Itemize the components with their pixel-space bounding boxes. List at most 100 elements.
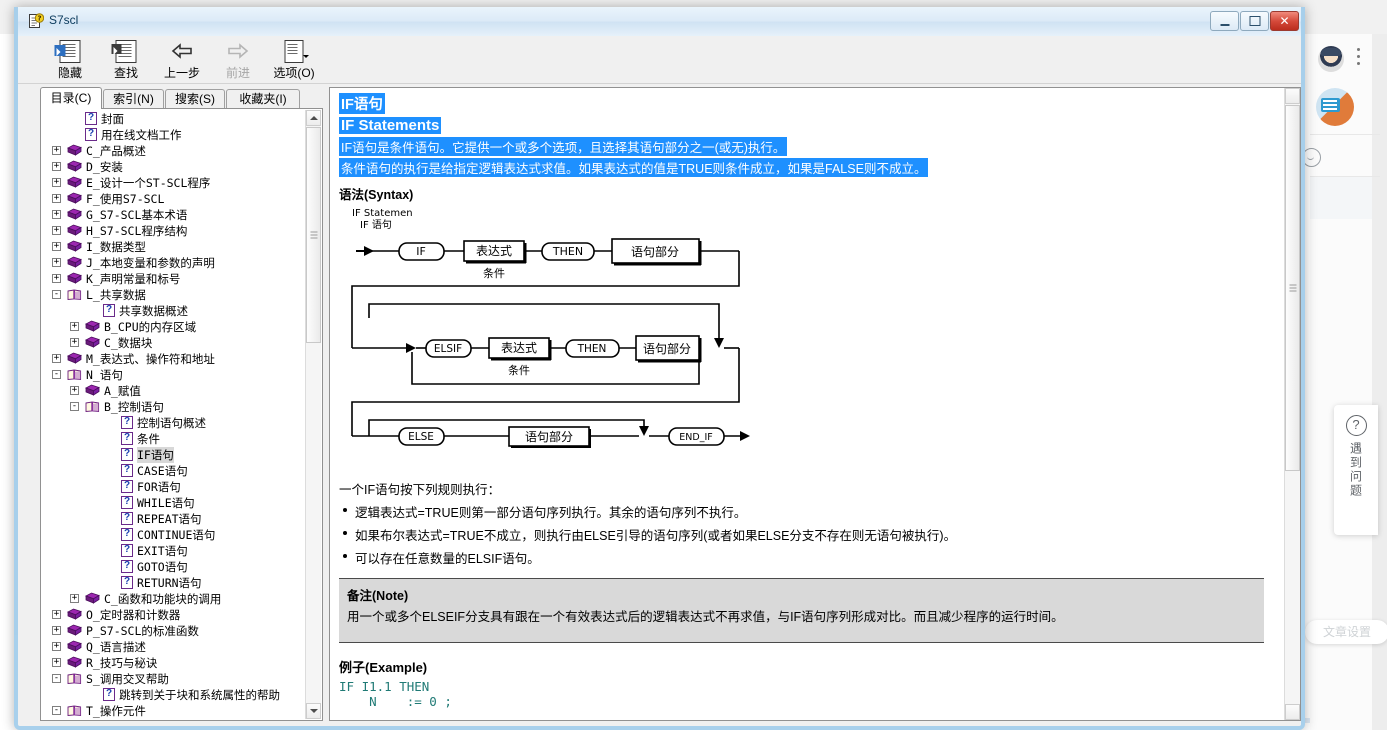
tree-item[interactable]: EXIT语句 <box>41 543 303 559</box>
tree-item[interactable]: GOTO语句 <box>41 559 303 575</box>
scrollbar-thumb[interactable] <box>306 127 321 343</box>
tree-item-label: A_赋值 <box>104 384 141 398</box>
topic-scrollbar[interactable] <box>1284 88 1300 720</box>
tab-search[interactable]: 搜索(S) <box>165 89 225 109</box>
tree-scrollbar[interactable] <box>305 110 321 719</box>
expand-icon[interactable]: + <box>70 322 79 331</box>
tree-item[interactable]: + I_数据类型 <box>41 239 303 255</box>
tree-item[interactable]: REPEAT语句 <box>41 511 303 527</box>
book-closed-icon <box>85 384 100 397</box>
tree-item[interactable]: + Q_语言描述 <box>41 639 303 655</box>
tree-item[interactable]: + C_函数和功能块的调用 <box>41 591 303 607</box>
note-title: 备注(Note) <box>347 589 409 603</box>
tree-item[interactable]: + R_技巧与秘诀 <box>41 655 303 671</box>
intro-paragraph-2: 条件语句的执行是给指定逻辑表达式求值。如果表达式的值是TRUE则条件成立，如果是… <box>339 158 1269 177</box>
tree-item[interactable]: + A_赋值 <box>41 383 303 399</box>
tree-item[interactable]: + B_CPU的内存区域 <box>41 319 303 335</box>
tree-item[interactable]: + O_定时器和计数器 <box>41 607 303 623</box>
scroll-up-arrow-icon[interactable] <box>306 110 321 126</box>
forward-button[interactable]: 前进 <box>210 39 266 81</box>
overflow-menu-icon[interactable] <box>1357 48 1361 68</box>
question-circle-icon: ? <box>1345 415 1367 436</box>
hide-button[interactable]: 隐藏 <box>42 39 98 81</box>
topic-icon <box>121 464 133 477</box>
avatar[interactable] <box>1318 46 1344 72</box>
tree-item[interactable]: CASE语句 <box>41 463 303 479</box>
scroll-down-arrow-icon[interactable] <box>306 703 321 719</box>
tree-item[interactable]: FOR语句 <box>41 479 303 495</box>
tree-item[interactable]: + D_安装 <box>41 159 303 175</box>
maximize-button[interactable] <box>1240 11 1269 31</box>
tree-item[interactable]: + M_表达式、操作符和地址 <box>41 351 303 367</box>
expand-icon[interactable]: + <box>52 226 61 235</box>
tree-item[interactable]: 跳转到关于块和系统属性的帮助 <box>41 687 303 703</box>
tab-contents[interactable]: 目录(C) <box>40 87 102 109</box>
forward-button-label: 前进 <box>225 66 250 80</box>
article-settings-button[interactable]: 文章设置 <box>1305 620 1387 644</box>
tree-item[interactable]: - L_共享数据 <box>41 287 303 303</box>
tree-item[interactable]: - B_控制语句 <box>41 399 303 415</box>
expand-icon[interactable]: + <box>52 354 61 363</box>
scroll-down-arrow-icon[interactable] <box>1285 704 1300 720</box>
expand-icon[interactable]: + <box>70 386 79 395</box>
close-button[interactable]: ✕ <box>1270 11 1299 31</box>
expand-icon[interactable]: + <box>52 274 61 283</box>
expand-icon[interactable]: + <box>52 658 61 667</box>
expand-icon[interactable]: + <box>52 162 61 171</box>
tree-item[interactable]: RETURN语句 <box>41 575 303 591</box>
expand-icon[interactable]: + <box>52 626 61 635</box>
expand-icon[interactable]: + <box>52 258 61 267</box>
page-title-text: IF语句 <box>339 93 385 114</box>
title-bar[interactable]: ? S7scl ✕ <box>18 7 1301 37</box>
topic-icon <box>121 544 133 557</box>
scrollbar-thumb[interactable] <box>1285 105 1300 471</box>
expand-icon[interactable]: + <box>70 338 79 347</box>
tree-item[interactable]: + K_声明常量和标号 <box>41 271 303 287</box>
tree-item[interactable]: + H_S7-SCL程序结构 <box>41 223 303 239</box>
expand-icon[interactable]: + <box>52 610 61 619</box>
back-button[interactable]: 上一步 <box>154 39 210 81</box>
topic-icon <box>103 688 115 701</box>
tree-item[interactable]: WHILE语句 <box>41 495 303 511</box>
expand-icon[interactable]: + <box>70 594 79 603</box>
tree-item[interactable]: + C_产品概述 <box>41 143 303 159</box>
tab-favorites[interactable]: 收藏夹(I) <box>226 89 300 109</box>
collapse-icon[interactable]: - <box>52 674 61 683</box>
collapse-icon[interactable]: - <box>52 706 61 715</box>
tree-item[interactable]: 控制语句概述 <box>41 415 303 431</box>
find-button[interactable]: 查找 <box>98 39 154 81</box>
tree-item[interactable]: + F_使用S7-SCL <box>41 191 303 207</box>
expand-icon[interactable]: + <box>52 146 61 155</box>
tree-item[interactable]: - T_操作元件 <box>41 703 303 719</box>
tree-item[interactable]: - N_语句 <box>41 367 303 383</box>
tree-item[interactable]: + J_本地变量和参数的声明 <box>41 255 303 271</box>
collapse-icon[interactable]: - <box>70 402 79 411</box>
minimize-button[interactable] <box>1210 11 1239 31</box>
tree-item[interactable]: CONTINUE语句 <box>41 527 303 543</box>
scroll-up-arrow-icon[interactable] <box>1285 88 1300 104</box>
expand-icon[interactable]: + <box>52 178 61 187</box>
collapse-icon[interactable]: - <box>52 370 61 379</box>
tree-item[interactable]: 封面 <box>41 111 303 127</box>
book-closed-icon <box>85 320 100 333</box>
tree-item[interactable]: + P_S7-SCL的标准函数 <box>41 623 303 639</box>
help-side-card[interactable]: ? 遇到问题 <box>1334 405 1378 535</box>
svg-text:语句部分: 语句部分 <box>643 341 691 356</box>
tree-item[interactable]: + G_S7-SCL基本术语 <box>41 207 303 223</box>
expand-icon[interactable]: + <box>52 210 61 219</box>
expand-icon[interactable]: + <box>52 642 61 651</box>
tree-item[interactable]: IF语句 <box>41 447 303 463</box>
tree-item[interactable]: 共享数据概述 <box>41 303 303 319</box>
tree-item[interactable]: + C_数据块 <box>41 335 303 351</box>
tree-item[interactable]: - S_调用交叉帮助 <box>41 671 303 687</box>
expand-icon[interactable]: + <box>52 194 61 203</box>
tree-item[interactable]: 条件 <box>41 431 303 447</box>
collapse-icon[interactable]: - <box>52 290 61 299</box>
expand-icon[interactable]: + <box>52 242 61 251</box>
tab-index[interactable]: 索引(N) <box>103 89 164 109</box>
tree-item[interactable]: + E_设计一个ST-SCL程序 <box>41 175 303 191</box>
list-item: 可以存在任意数量的ELSIF语句。 <box>339 548 1269 567</box>
avatar[interactable] <box>1316 88 1354 126</box>
options-button[interactable]: 选项(O) <box>266 39 322 81</box>
tree-item[interactable]: 用在线文档工作 <box>41 127 303 143</box>
